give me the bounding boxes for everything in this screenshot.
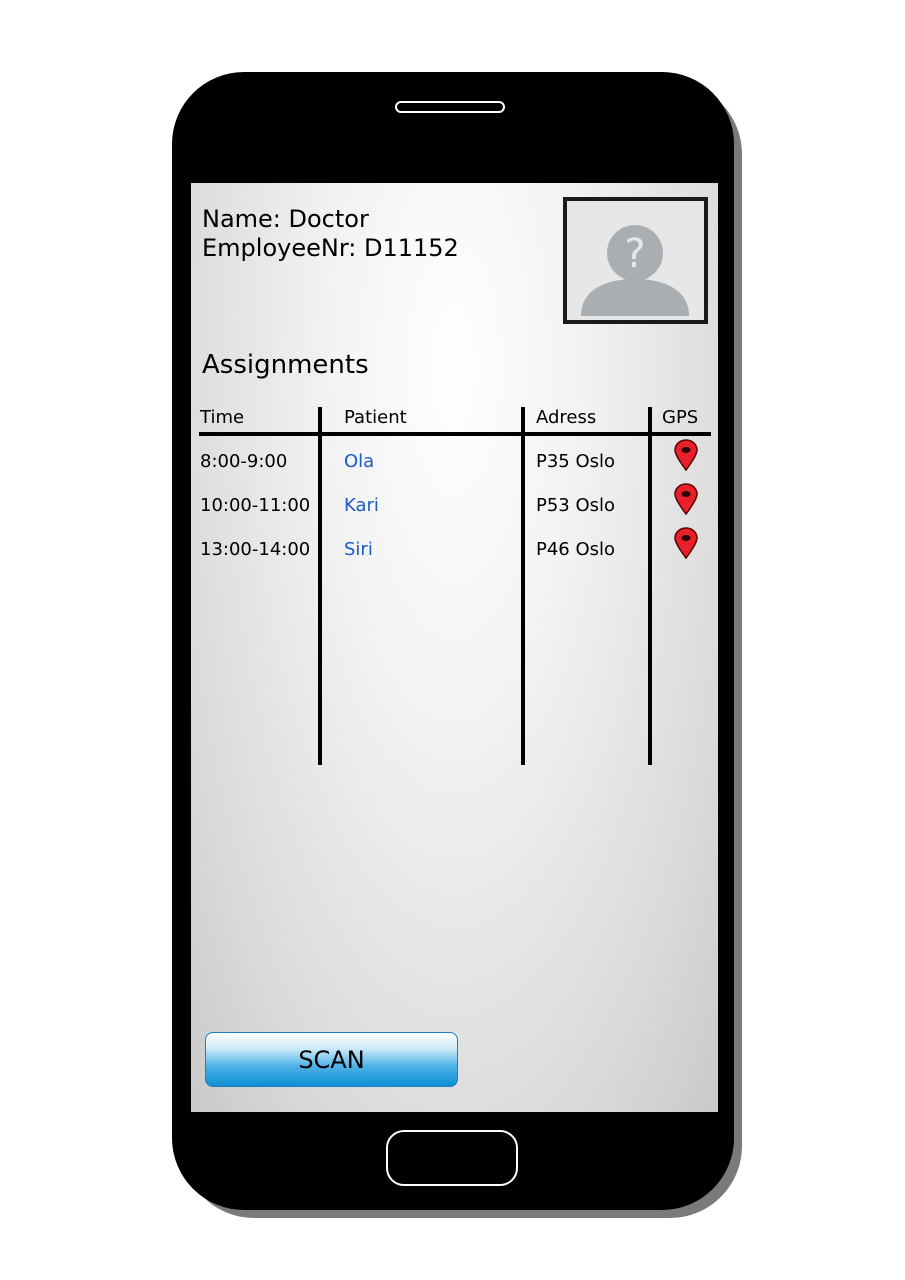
table-header-divider [199, 432, 711, 436]
phone-frame: Name: Doctor EmployeeNr: D11152 ? Assign… [172, 72, 734, 1210]
column-header-gps: GPS [662, 407, 699, 428]
unknown-user-icon: ? [581, 225, 689, 316]
patient-link[interactable]: Siri [344, 539, 373, 560]
doctor-name: Name: Doctor [202, 205, 369, 233]
phone-speaker [395, 101, 505, 113]
avatar: ? [563, 197, 708, 324]
row-address: P53 Oslo [536, 495, 616, 516]
map-pin-icon[interactable] [673, 483, 699, 515]
row-time: 8:00-9:00 [200, 451, 288, 472]
column-header-address: Adress [536, 407, 597, 428]
map-pin-icon[interactable] [673, 439, 699, 471]
row-time: 13:00-14:00 [200, 539, 311, 560]
column-header-time: Time [200, 407, 245, 428]
row-address: P35 Oslo [536, 451, 616, 472]
home-button[interactable] [386, 1130, 518, 1186]
table-row: 10:00-11:00 Kari P53 Oslo [191, 483, 718, 525]
patient-link[interactable]: Kari [344, 495, 379, 516]
map-pin-icon[interactable] [673, 527, 699, 559]
scan-button[interactable]: SCAN [205, 1032, 458, 1087]
table-row: 13:00-14:00 Siri P46 Oslo [191, 527, 718, 569]
table-row: 8:00-9:00 Ola P35 Oslo [191, 439, 718, 481]
employee-number: EmployeeNr: D11152 [202, 234, 459, 262]
patient-link[interactable]: Ola [344, 451, 374, 472]
row-address: P46 Oslo [536, 539, 616, 560]
row-time: 10:00-11:00 [200, 495, 311, 516]
column-header-patient: Patient [344, 407, 407, 428]
assignments-heading: Assignments [202, 350, 369, 380]
svg-text:?: ? [624, 231, 645, 277]
app-screen: Name: Doctor EmployeeNr: D11152 ? Assign… [191, 183, 718, 1112]
